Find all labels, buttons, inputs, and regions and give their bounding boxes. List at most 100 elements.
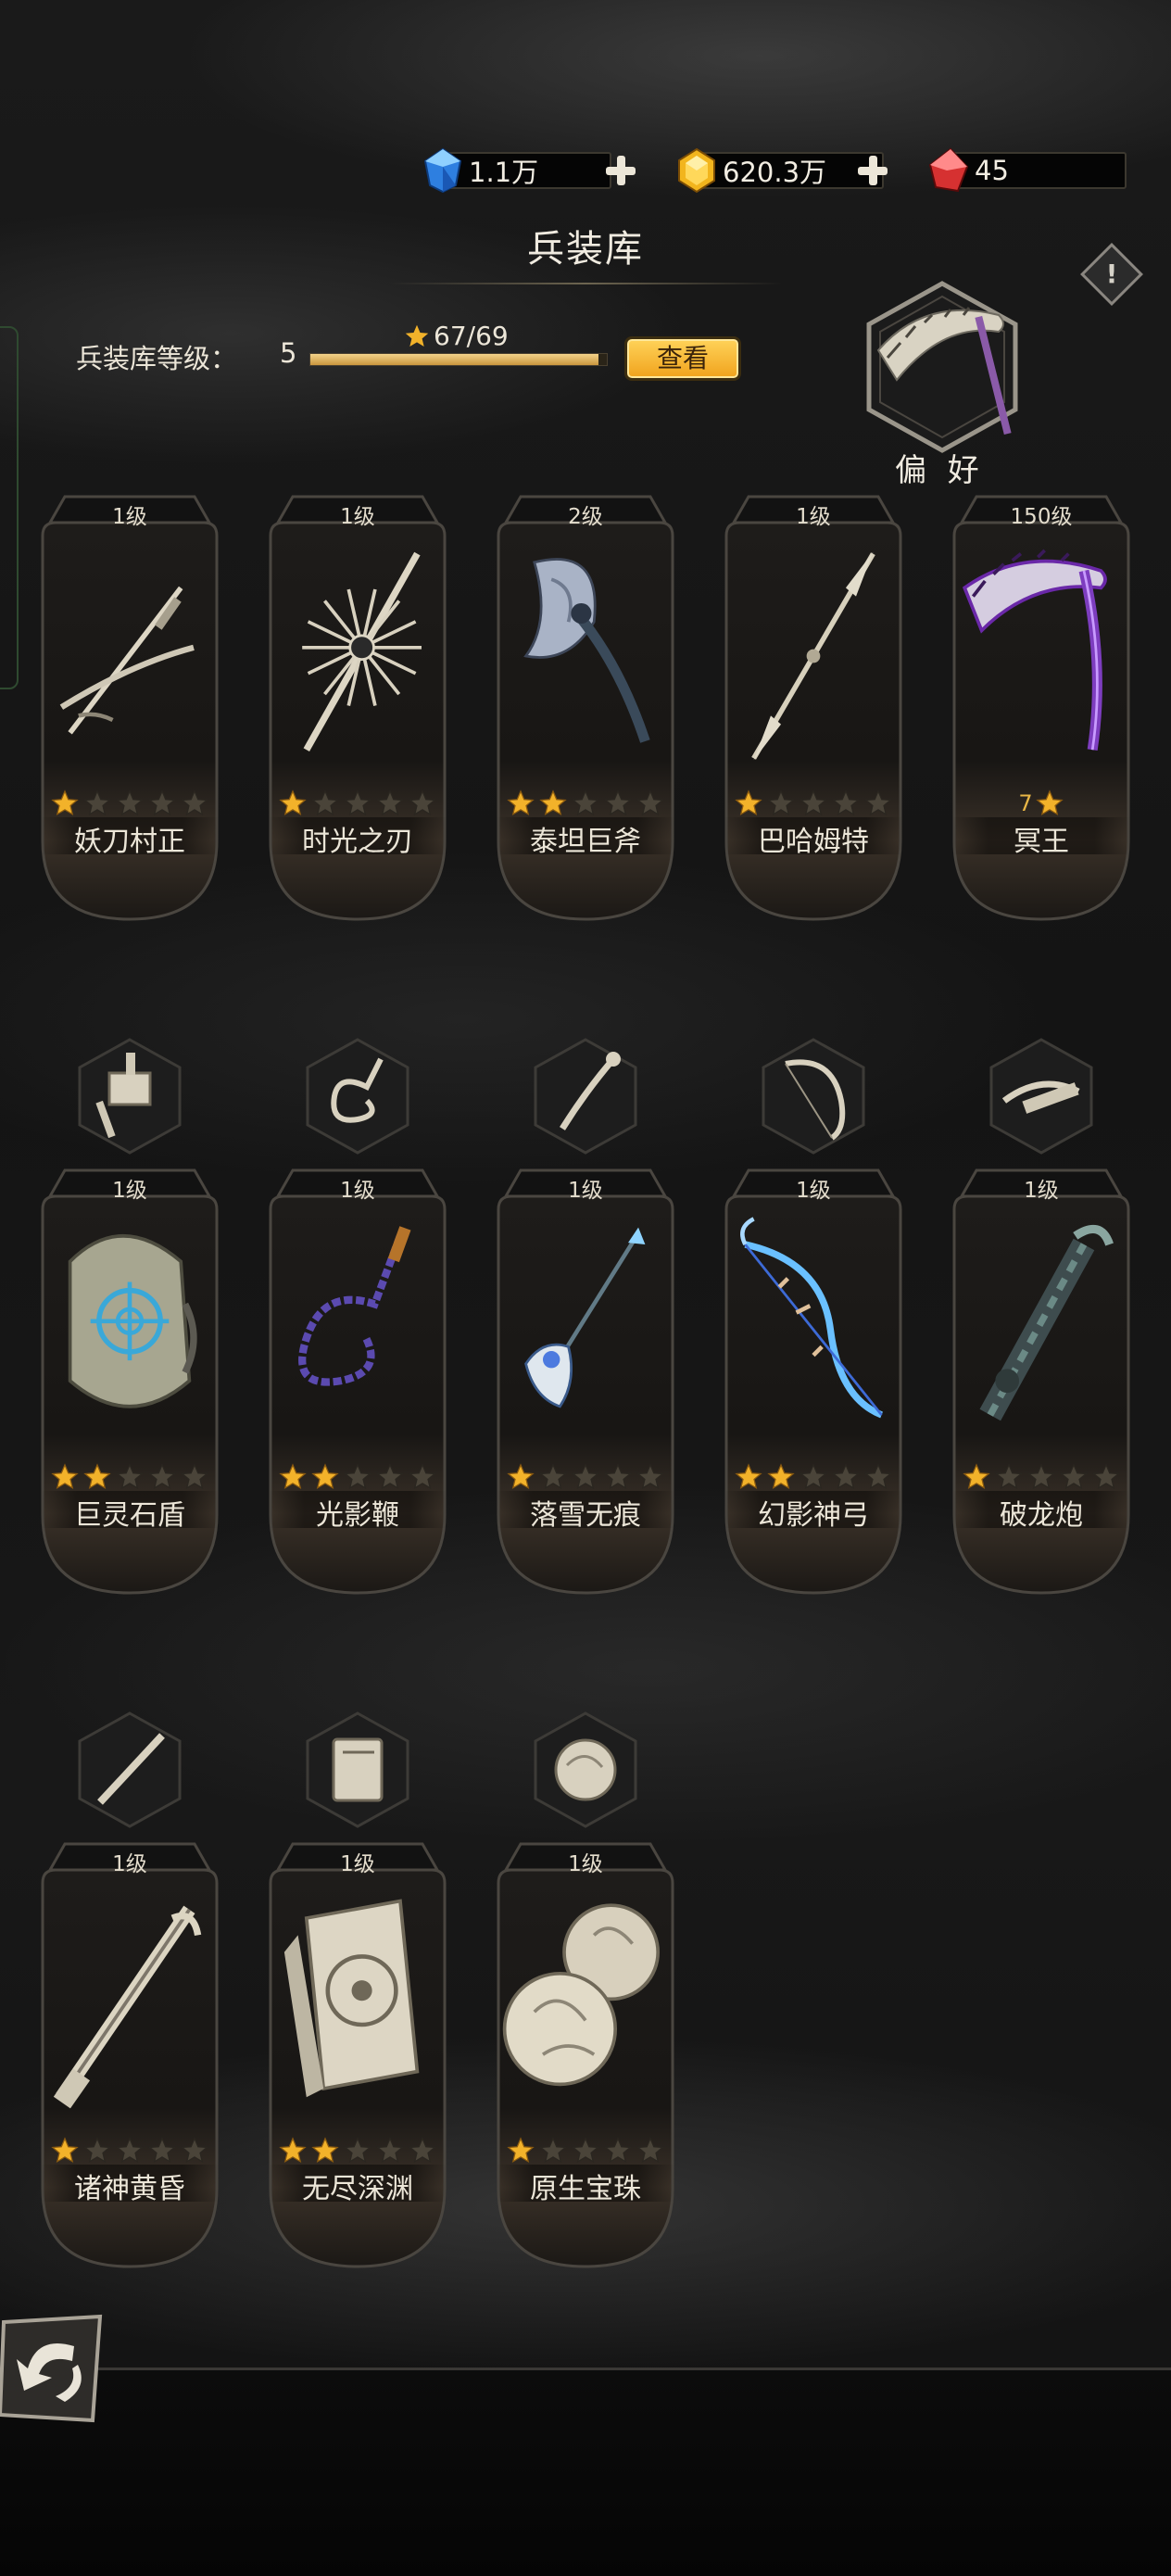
star-rating [949,1463,1134,1491]
type-hex-whip-icon[interactable] [302,1036,413,1156]
weapon-name: 光影鞭 [316,1499,399,1532]
star-filled-icon [51,1463,79,1490]
rifle-icon [53,1905,202,2109]
view-button[interactable]: 查看 [624,336,741,381]
weapon-name: 冥王 [1014,826,1069,858]
star-empty-icon [832,789,860,816]
weapon-card[interactable]: 1级诸神黄昏 [37,1837,222,2272]
tome-icon [283,1899,420,2098]
weapon-card[interactable]: 1级 妖刀村正 [37,489,222,925]
spear-icon [751,551,875,761]
type-hex-crossbow-icon[interactable] [986,1036,1097,1156]
weapon-name: 落雪无痕 [530,1499,641,1532]
weapon-card[interactable]: 1级光影鞭 [265,1163,450,1598]
star-empty-icon [995,1463,1023,1490]
star-empty-icon [539,1463,567,1490]
type-hex-bow-icon[interactable] [758,1036,869,1156]
star-empty-icon [376,2137,404,2164]
star-rating [37,789,222,817]
weapon-level: 1级 [340,1179,375,1203]
armory-progress-bar [309,353,608,366]
armory-progress-text: 67/69 [404,321,509,351]
progress-value: 67/69 [434,321,509,351]
weapon-name: 诸神黄昏 [74,2173,185,2205]
star-empty-icon [604,1463,632,1490]
star-filled-icon [735,789,762,816]
star-empty-icon [604,2137,632,2164]
back-arrow-icon[interactable] [0,2313,107,2424]
weapon-level: 1级 [568,1179,603,1203]
preference-scythe-icon[interactable] [860,278,1025,456]
star-empty-icon [83,789,111,816]
star-empty-icon [767,789,795,816]
star-empty-icon [83,2137,111,2164]
orb-icon [502,1903,661,2087]
add-blue-button[interactable] [604,154,637,187]
star-empty-icon [572,1463,599,1490]
star-rating [37,1463,222,1491]
star-empty-icon [604,789,632,816]
weapon-rank: 7 [949,789,1134,817]
weapon-card[interactable]: 1级 无尽深渊 [265,1837,450,2272]
type-hex-hammer-icon[interactable] [74,1036,185,1156]
star-rating [721,1463,906,1491]
star-empty-icon [832,1463,860,1490]
add-gold-button[interactable] [856,154,889,187]
side-drawer-handle[interactable] [0,326,19,689]
star-rating [493,1463,678,1491]
resource-gold: 620.3万 [673,147,888,194]
page-title: 兵装库 [527,228,644,271]
star-rating [721,789,906,817]
weapon-level: 1级 [796,505,831,529]
weapon-card[interactable]: 1级 幻影神弓 [721,1163,906,1598]
star-filled-icon [279,789,307,816]
star-icon [1035,789,1064,816]
weapon-name: 原生宝珠 [530,2173,641,2205]
weapon-level: 1级 [340,505,375,529]
star-empty-icon [148,789,176,816]
resource-blue-value: 1.1万 [469,157,539,188]
weapon-card[interactable]: 150级 7 冥王 [949,489,1134,925]
weapon-card[interactable]: 1级巨灵石盾 [37,1163,222,1598]
star-empty-icon [864,1463,892,1490]
weapon-level: 2级 [568,505,603,529]
weapon-name: 巨灵石盾 [74,1499,185,1532]
star-filled-icon [311,2137,339,2164]
weapon-level: 1级 [112,1852,147,1876]
weapon-card[interactable]: 2级 泰坦巨斧 [493,489,678,925]
star-rating [265,789,450,817]
katana-icon [59,586,195,735]
type-hex-orb-icon[interactable] [530,1710,641,1830]
star-rating [493,2137,678,2165]
star-empty-icon [864,789,892,816]
weapon-name: 无尽深渊 [302,2173,413,2205]
weapon-level: 150级 [1010,505,1073,529]
star-filled-icon [507,1463,535,1490]
star-empty-icon [636,789,664,816]
weapon-card[interactable]: 1级原生宝珠 [493,1837,678,2272]
exclamation-icon: ! [1105,259,1118,289]
type-hex-rifle-icon[interactable] [74,1710,185,1830]
type-hex-staff-icon[interactable] [530,1036,641,1156]
weapon-card[interactable]: 1级时光之刃 [265,489,450,925]
weapon-card[interactable]: 1级巴哈姆特 [721,489,906,925]
weapon-card[interactable]: 1级落雪无痕 [493,1163,678,1598]
resource-gold-value: 620.3万 [723,157,827,188]
weapon-card[interactable]: 1级 破龙炮 [949,1163,1134,1598]
star-empty-icon [409,1463,436,1490]
weapon-name: 巴哈姆特 [758,826,869,858]
star-empty-icon [636,2137,664,2164]
title-divider [389,283,782,284]
star-rating [37,2137,222,2165]
weapon-level: 1级 [112,1179,147,1203]
star-empty-icon [116,789,144,816]
weapon-level: 1级 [568,1852,603,1876]
star-filled-icon [83,1463,111,1490]
weapon-name: 妖刀村正 [74,826,185,858]
star-rating [265,1463,450,1491]
star-empty-icon [181,789,208,816]
type-hex-tome-icon[interactable] [302,1710,413,1830]
weapon-name: 时光之刃 [302,826,413,858]
star-filled-icon [507,2137,535,2164]
weapon-name: 幻影神弓 [758,1499,869,1532]
